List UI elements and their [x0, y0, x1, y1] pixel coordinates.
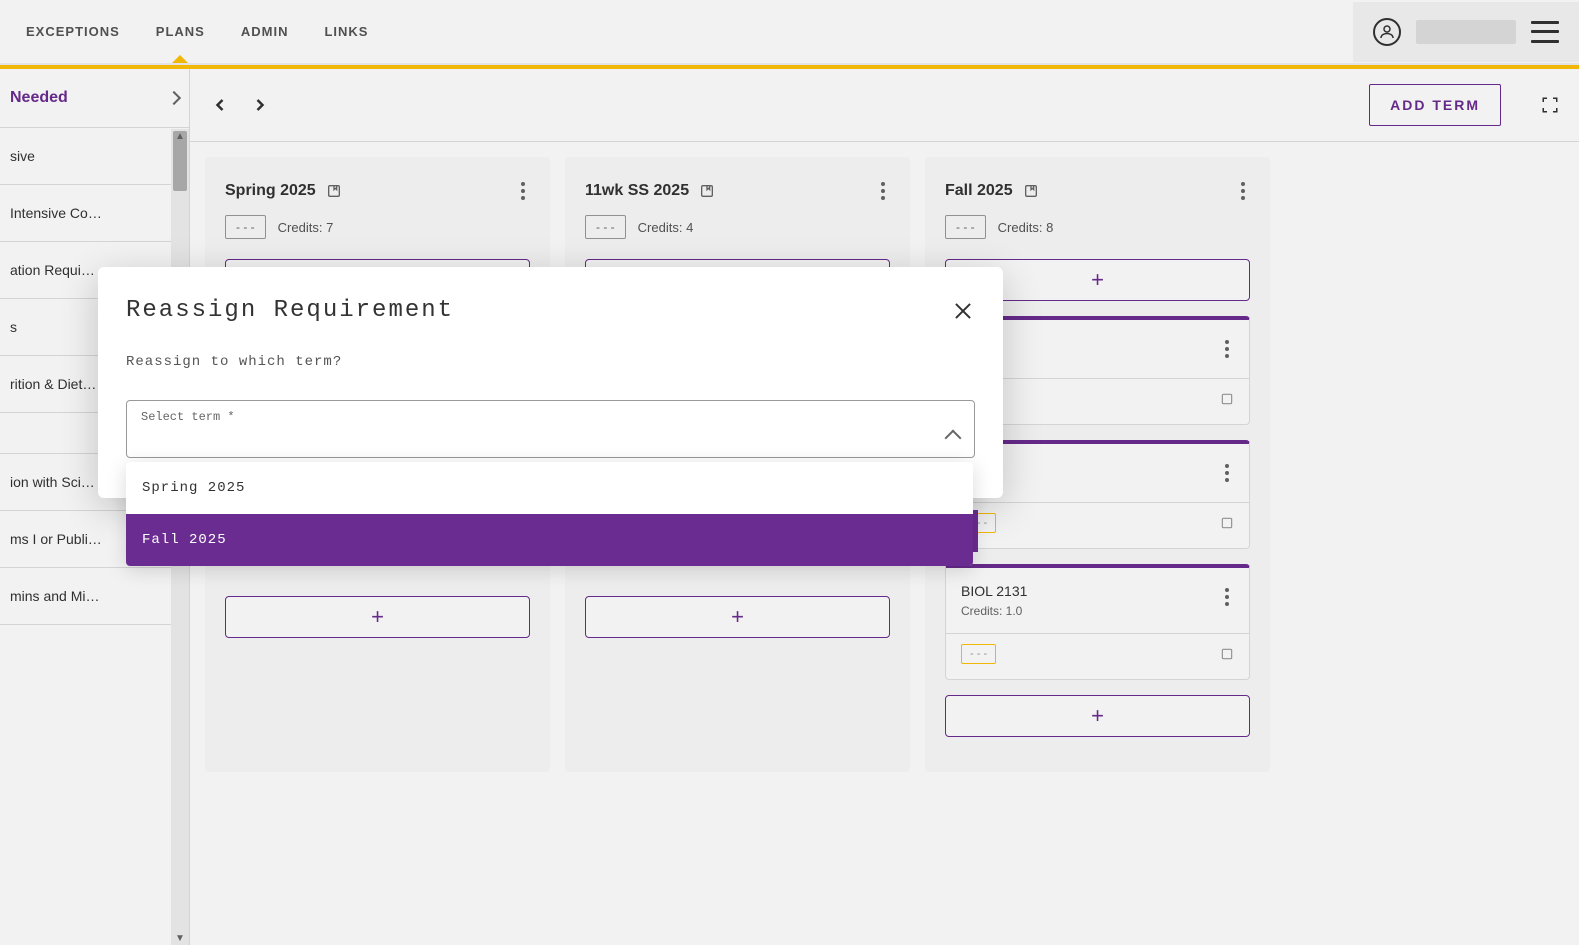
reassign-modal: Reassign Requirement Reassign to which t…	[98, 267, 1003, 498]
select-wrapper: Select term * Spring 2025 Fall 2025	[126, 400, 975, 458]
modal-header: Reassign Requirement	[126, 297, 975, 324]
modal-title: Reassign Requirement	[126, 297, 454, 324]
term-dropdown: Spring 2025 Fall 2025	[126, 462, 973, 566]
modal-prompt: Reassign to which term?	[126, 354, 975, 370]
close-icon[interactable]	[951, 299, 975, 323]
chevron-up-icon	[945, 430, 962, 447]
term-select[interactable]	[126, 400, 975, 458]
dropdown-option-spring[interactable]: Spring 2025	[126, 462, 973, 514]
dropdown-option-fall[interactable]: Fall 2025	[126, 514, 973, 566]
select-label: Select term *	[141, 410, 235, 424]
